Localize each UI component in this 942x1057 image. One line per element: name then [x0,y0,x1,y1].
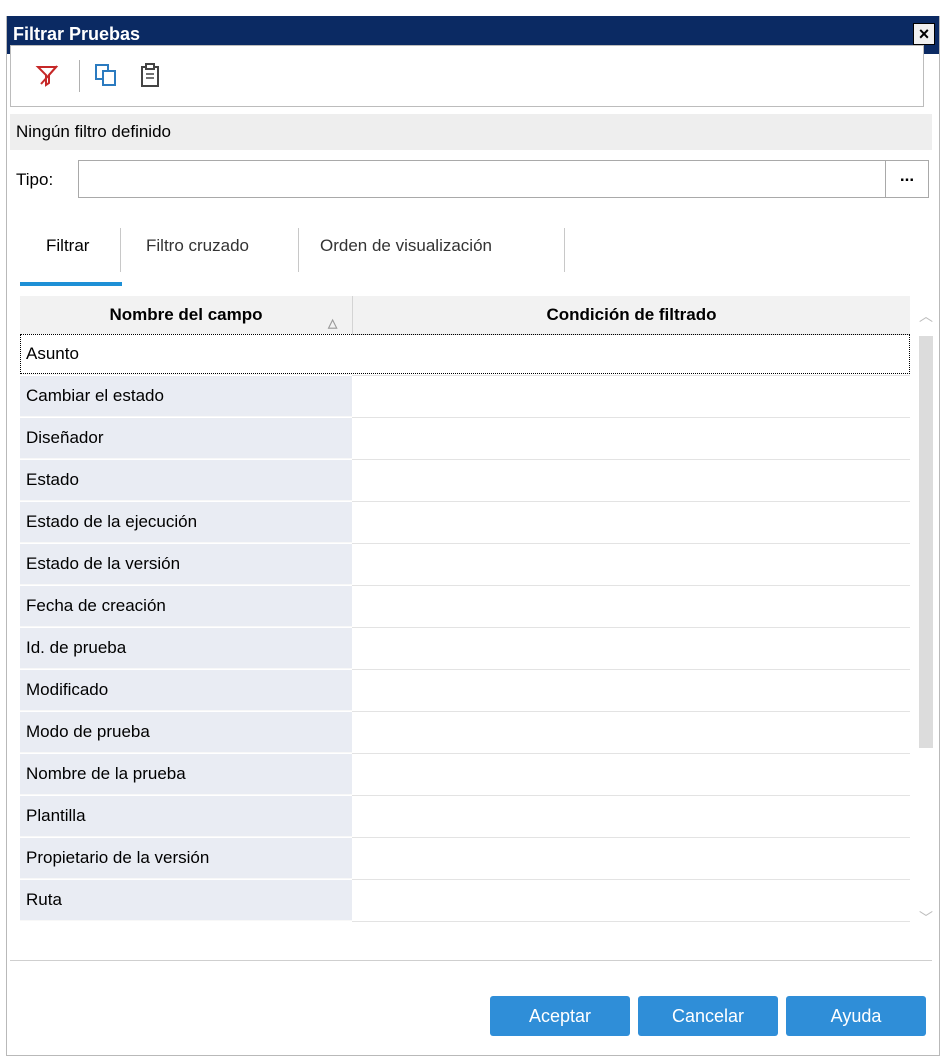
table-row[interactable]: Id. de prueba [20,628,910,670]
scrollbar-thumb[interactable] [919,336,933,748]
filter-condition-cell[interactable] [352,418,910,460]
dialog-title: Filtrar Pruebas [13,24,141,44]
paste-icon[interactable] [137,62,163,88]
clear-filter-icon[interactable] [35,62,61,88]
table-row[interactable]: Estado [20,460,910,502]
column-header-field-name[interactable]: Nombre del campo △ [20,296,353,334]
column-header-label: Nombre del campo [109,305,263,324]
tab-separator [120,228,121,272]
scroll-down-icon[interactable]: ﹀ [916,908,936,928]
grid-header: Nombre del campo △ Condición de filtrado [20,296,910,335]
field-name-cell: Estado de la ejecución [20,502,352,543]
table-row[interactable]: Fecha de creación [20,586,910,628]
filter-condition-cell[interactable] [352,586,910,628]
active-tab-indicator [20,282,122,286]
table-row[interactable]: Estado de la versión [20,544,910,586]
tab-filtro-cruzado[interactable]: Filtro cruzado [146,236,249,276]
toolbar-separator [79,60,80,92]
filter-condition-cell[interactable] [352,838,910,880]
filter-condition-cell[interactable] [352,880,910,922]
filter-condition-cell[interactable] [352,628,910,670]
field-name-cell: Modificado [20,670,352,711]
filter-condition-cell[interactable] [352,754,910,796]
cancel-button[interactable]: Cancelar [638,996,778,1036]
grid-rows: Asunto Cambiar el estado Diseñador Estad… [20,334,910,922]
column-header-filter-condition[interactable]: Condición de filtrado [353,296,910,334]
filter-condition-cell[interactable] [352,796,910,838]
field-name-cell: Id. de prueba [20,628,352,669]
tab-filtrar[interactable]: Filtrar [46,236,89,276]
table-row[interactable]: Estado de la ejecución [20,502,910,544]
table-row[interactable]: Modo de prueba [20,712,910,754]
table-row[interactable]: Ruta [20,880,910,922]
filter-condition-cell[interactable] [352,544,910,586]
ok-button[interactable]: Aceptar [490,996,630,1036]
field-name-cell: Fecha de creación [20,586,352,627]
tipo-input[interactable] [78,160,886,198]
table-row[interactable]: Asunto [20,334,910,376]
help-button[interactable]: Ayuda [786,996,926,1036]
tab-separator [298,228,299,272]
table-row[interactable]: Diseñador [20,418,910,460]
filter-condition-cell[interactable] [352,670,910,712]
table-row[interactable]: Plantilla [20,796,910,838]
filter-status-text: Ningún filtro definido [16,122,171,141]
table-row[interactable]: Cambiar el estado [20,376,910,418]
tipo-browse-button[interactable]: ... [885,160,929,198]
field-name-cell: Estado [20,460,352,501]
table-row[interactable]: Modificado [20,670,910,712]
filter-status-bar: Ningún filtro definido [10,114,932,150]
table-row[interactable]: Propietario de la versión [20,838,910,880]
toolbar [10,45,924,107]
field-name-cell: Plantilla [20,796,352,837]
tipo-label: Tipo: [16,170,54,189]
tab-separator [564,228,565,272]
field-name-cell: Propietario de la versión [20,838,352,879]
filter-condition-cell[interactable] [352,460,910,502]
field-name-cell: Cambiar el estado [20,376,352,417]
field-name-cell: Modo de prueba [20,712,352,753]
copy-icon[interactable] [93,62,119,88]
field-name-cell: Estado de la versión [20,544,352,585]
vertical-scrollbar[interactable]: ︿ ﹀ [916,296,936,936]
field-name-cell: Ruta [20,880,352,921]
close-icon: × [918,24,930,44]
filter-condition-cell[interactable] [352,502,910,544]
filter-condition-cell[interactable] [352,376,910,418]
table-row[interactable]: Nombre de la prueba [20,754,910,796]
footer-divider [10,960,932,961]
row-focus-outline [20,334,910,374]
tab-orden-visualizacion[interactable]: Orden de visualización [320,236,492,276]
scroll-up-icon[interactable]: ︿ [916,306,936,326]
filter-condition-cell[interactable] [352,712,910,754]
field-name-cell: Nombre de la prueba [20,754,352,795]
field-name-cell: Diseñador [20,418,352,459]
tab-bar: Filtrar Filtro cruzado Orden de visualiz… [14,212,924,272]
close-button[interactable]: × [913,23,935,45]
